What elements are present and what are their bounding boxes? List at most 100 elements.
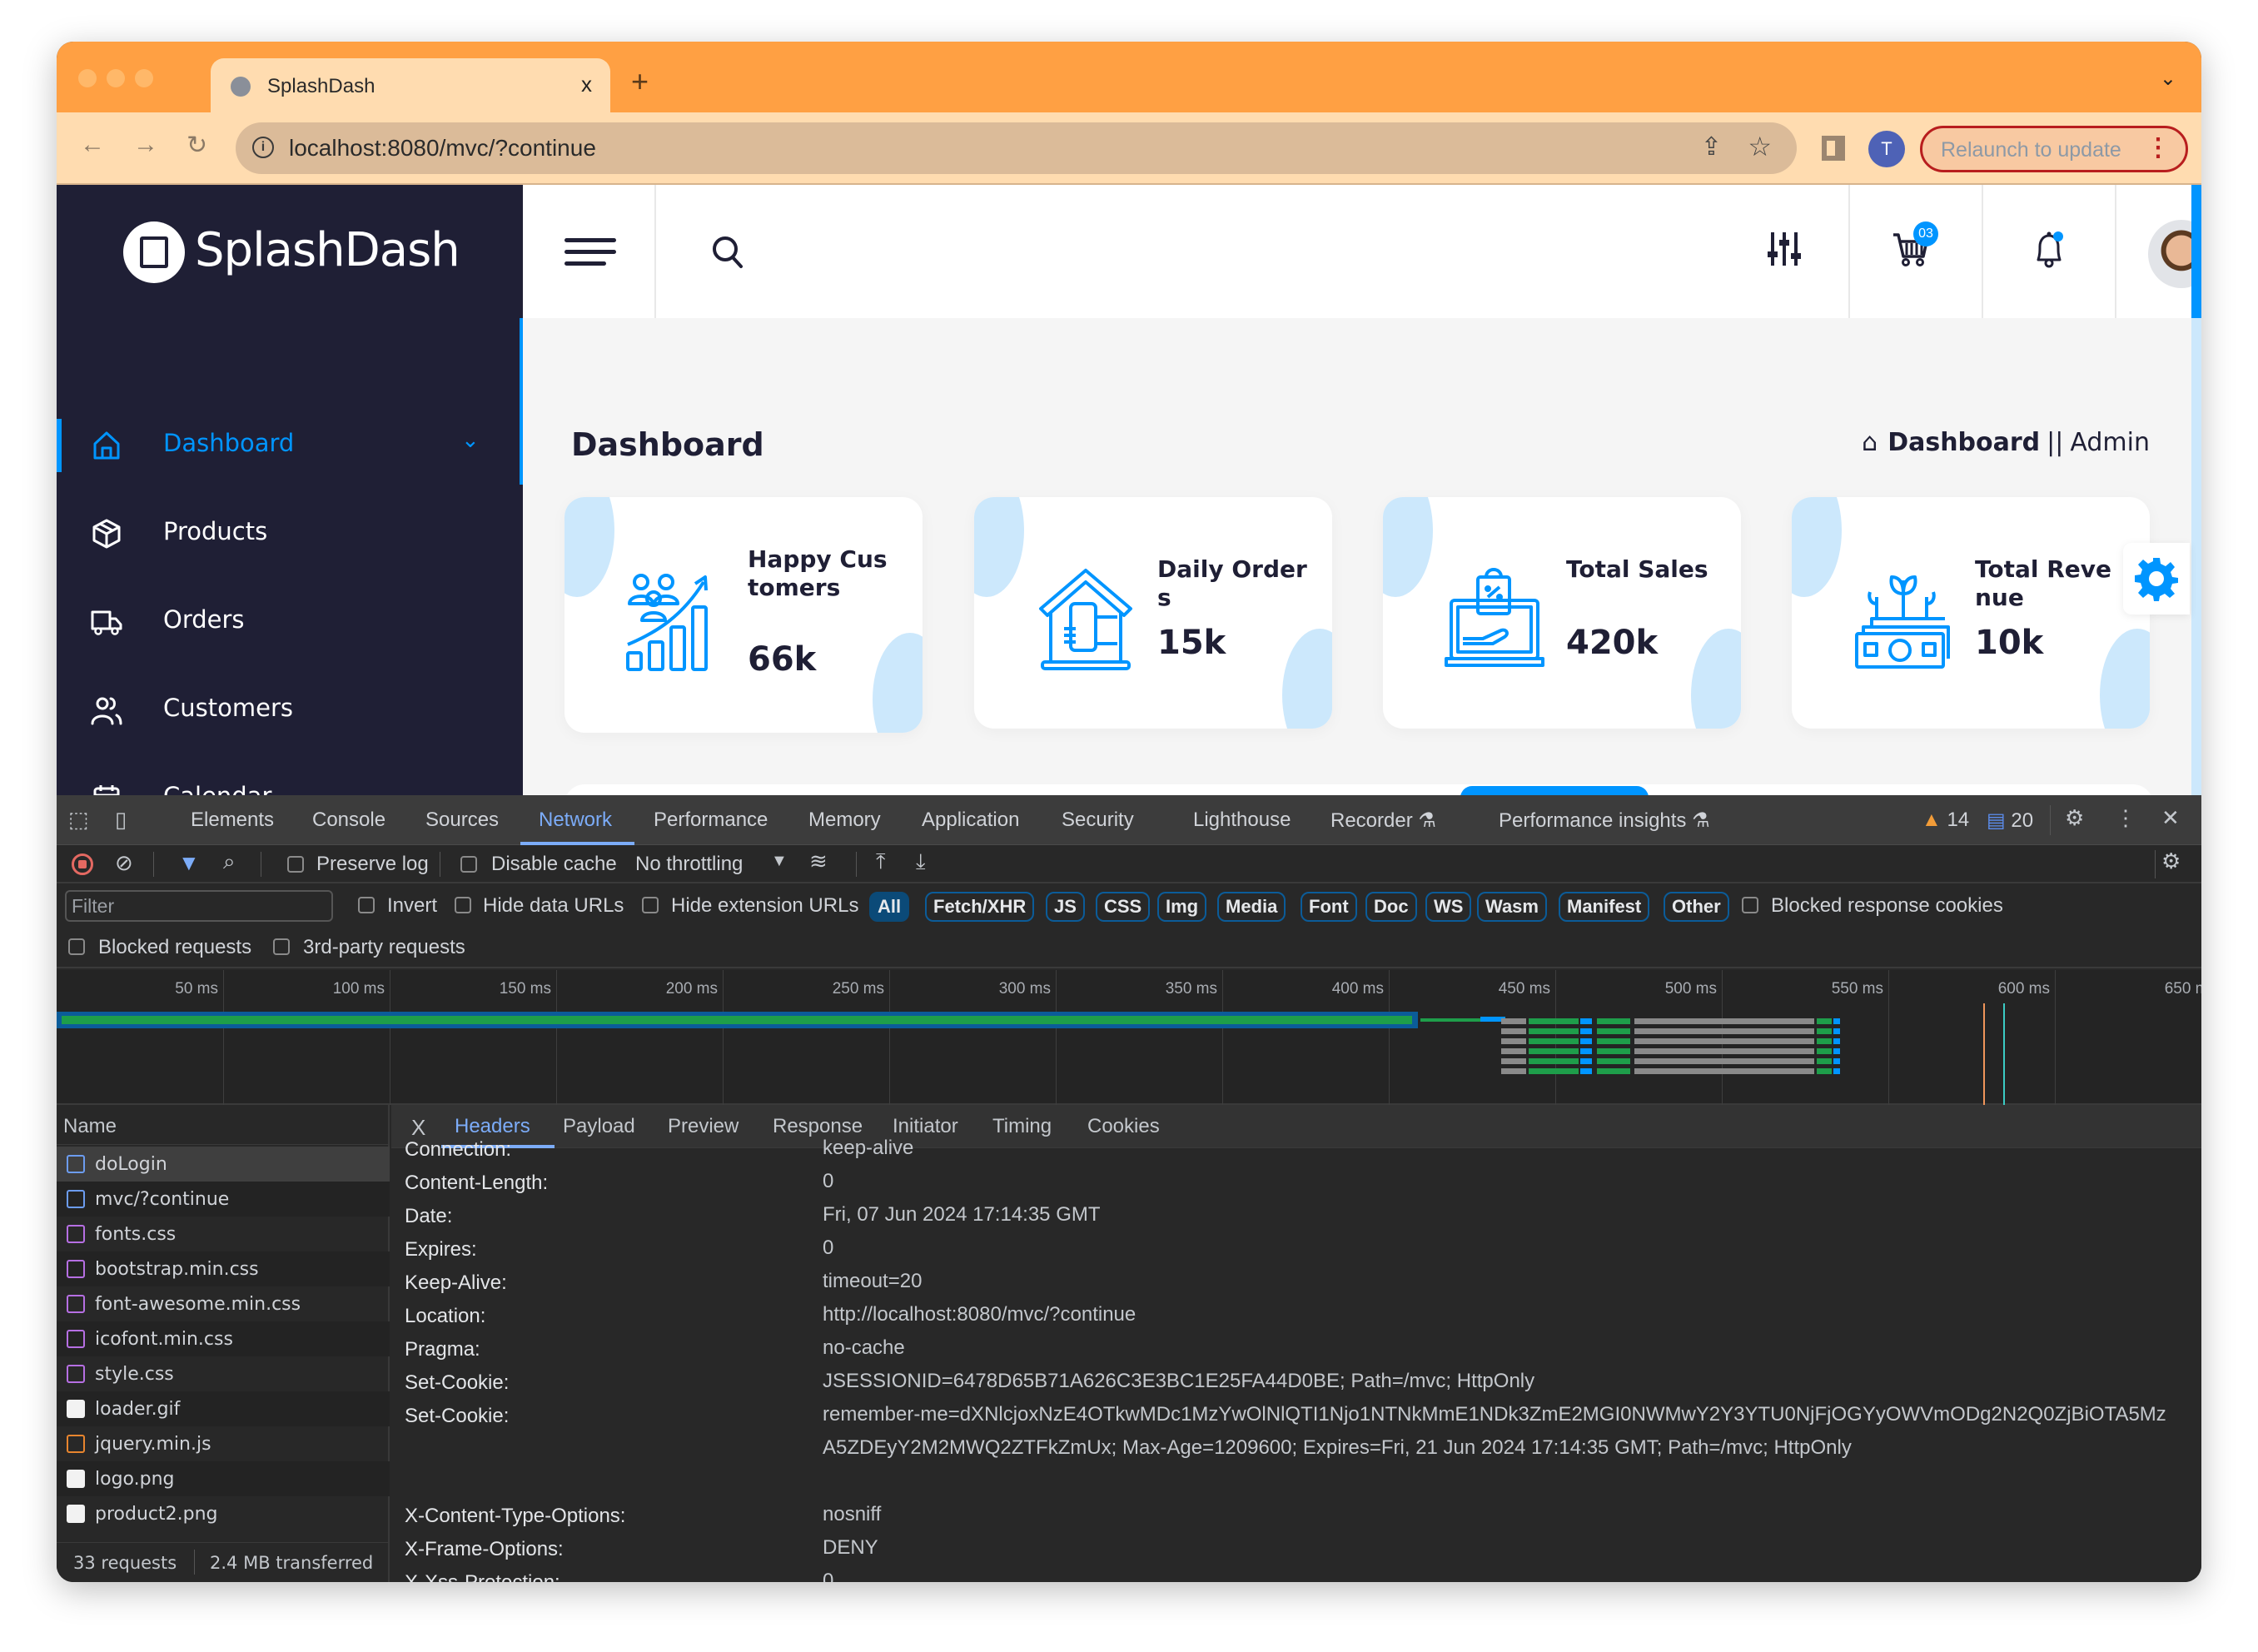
header-value[interactable]: JSESSIONID=6478D65B71A626C3E3BC1E25FA44D… (823, 1365, 2171, 1398)
import-har-icon[interactable]: ⤒ (876, 848, 886, 875)
type-filter-manifest[interactable]: Manifest (1559, 892, 1650, 922)
panel-action-button[interactable] (1460, 786, 1649, 795)
throttling-select[interactable]: No throttling (635, 853, 743, 876)
theme-settings-button[interactable] (2123, 543, 2190, 615)
dropdown-arrow-icon[interactable]: ▼ (771, 852, 788, 871)
sidebar-item-dashboard[interactable]: Dashboard ⌄ (57, 412, 523, 487)
home-icon[interactable]: ⌂ (1862, 428, 1878, 457)
request-row[interactable]: fonts.css (57, 1217, 390, 1251)
header-value[interactable]: no-cache (823, 1331, 2171, 1365)
close-tab-icon[interactable]: x (581, 72, 592, 97)
type-filter-all[interactable]: All (869, 892, 910, 922)
tab-sources[interactable]: Sources (425, 809, 499, 832)
sidebar-item-customers[interactable]: Customers (57, 677, 523, 752)
sliders-icon[interactable] (1763, 228, 1805, 270)
header-value[interactable]: remember-me=dXNlcjoxNzE4OTkwMDc1MzYwOlNl… (823, 1398, 2171, 1465)
type-filter-ws[interactable]: WS (1425, 892, 1472, 922)
header-value[interactable]: nosniff (823, 1498, 2171, 1531)
page-scrollbar[interactable] (2191, 185, 2201, 318)
disable-cache-checkbox[interactable] (460, 856, 477, 873)
tab-search-chevron-icon[interactable]: ⌄ (2160, 67, 2176, 91)
back-button[interactable]: ← (80, 131, 105, 159)
header-value[interactable]: 0 (823, 1165, 2171, 1198)
request-row[interactable]: icofont.min.css (57, 1321, 390, 1356)
tab-console[interactable]: Console (312, 809, 385, 832)
network-conditions-icon[interactable]: ≋ (809, 848, 828, 874)
side-panel-icon[interactable] (1822, 136, 1845, 161)
header-value[interactable]: keep-alive (823, 1132, 2171, 1165)
warnings-counter[interactable]: ▲ 14 (1922, 809, 1969, 832)
network-settings-gear-icon[interactable]: ⚙ (2161, 848, 2181, 874)
blocked-response-cookies-checkbox[interactable] (1742, 897, 1758, 913)
bell-icon[interactable] (2028, 228, 2070, 270)
profile-avatar[interactable]: T (1868, 131, 1905, 167)
request-row[interactable]: style.css (57, 1356, 390, 1391)
filter-input[interactable]: Filter (65, 890, 333, 922)
chevron-down-icon[interactable]: ⌄ (461, 427, 480, 453)
invert-checkbox[interactable] (358, 897, 375, 913)
record-stop-button[interactable] (72, 853, 93, 875)
close-devtools-icon[interactable]: ✕ (2161, 805, 2180, 831)
sidebar-scrollbar[interactable] (520, 318, 523, 485)
hide-data-urls-checkbox[interactable] (455, 897, 471, 913)
device-toolbar-icon[interactable]: ▯ (115, 807, 127, 833)
inspect-element-icon[interactable]: ⬚ (68, 807, 89, 833)
tab-application[interactable]: Application (922, 809, 1019, 832)
header-value[interactable]: 0 (823, 1565, 2171, 1582)
filter-funnel-icon[interactable]: ▼ (178, 850, 200, 876)
type-filter-media[interactable]: Media (1217, 892, 1286, 922)
name-column-header[interactable]: Name (57, 1105, 388, 1145)
forward-button[interactable]: → (133, 131, 158, 159)
type-filter-img[interactable]: Img (1157, 892, 1207, 922)
url-text[interactable]: localhost:8080/mvc/?continue (289, 135, 596, 162)
tab-security[interactable]: Security (1062, 809, 1134, 832)
request-row[interactable]: mvc/?continue (57, 1182, 390, 1217)
tab-performance[interactable]: Performance (654, 809, 768, 832)
request-row[interactable]: jquery.min.js (57, 1426, 390, 1461)
tab-lighthouse[interactable]: Lighthouse (1193, 809, 1291, 832)
request-row[interactable]: loader.gif (57, 1391, 390, 1426)
type-filter-other[interactable]: Other (1664, 892, 1729, 922)
type-filter-js[interactable]: JS (1046, 892, 1085, 922)
new-tab-button[interactable]: + (631, 67, 649, 97)
type-filter-doc[interactable]: Doc (1365, 892, 1417, 922)
header-value[interactable]: timeout=20 (823, 1265, 2171, 1298)
app-logo[interactable]: SplashDash (195, 223, 460, 277)
minimize-window-button[interactable] (107, 69, 125, 87)
tab-network[interactable]: Network (539, 809, 612, 832)
header-value[interactable]: 0 (823, 1232, 2171, 1265)
search-icon[interactable] (709, 233, 746, 270)
request-row[interactable]: font-awesome.min.css (57, 1286, 390, 1321)
blocked-requests-checkbox[interactable] (68, 938, 85, 955)
tab-performance-insights[interactable]: Performance insights ⚗ (1499, 809, 1710, 833)
type-filter-css[interactable]: CSS (1096, 892, 1151, 922)
menu-toggle-button[interactable] (564, 238, 616, 266)
preserve-log-checkbox[interactable] (287, 856, 304, 873)
request-row[interactable]: doLogin (57, 1147, 390, 1182)
browser-tab[interactable]: SplashDash x (211, 58, 610, 113)
tab-elements[interactable]: Elements (191, 809, 274, 832)
reload-button[interactable]: ↻ (187, 131, 207, 160)
type-filter-font[interactable]: Font (1301, 892, 1357, 922)
type-filter-fetch-xhr[interactable]: Fetch/XHR (925, 892, 1035, 922)
request-row[interactable]: logo.png (57, 1461, 390, 1496)
sidebar-item-calendar[interactable]: Calendar (57, 765, 523, 795)
search-icon[interactable]: ⌕ (223, 848, 236, 875)
tab-recorder[interactable]: Recorder ⚗ (1330, 809, 1436, 833)
relaunch-to-update-button[interactable]: Relaunch to update ⋮ (1920, 126, 2188, 172)
tab-memory[interactable]: Memory (808, 809, 881, 832)
close-window-button[interactable] (78, 69, 97, 87)
header-value[interactable]: Fri, 07 Jun 2024 17:14:35 GMT (823, 1198, 2171, 1232)
messages-counter[interactable]: ▤ 20 (1987, 809, 2033, 833)
share-icon[interactable]: ⇪ (1701, 132, 1722, 162)
request-row[interactable]: product2.png (57, 1496, 390, 1531)
bookmark-star-icon[interactable]: ☆ (1748, 131, 1772, 162)
third-party-requests-checkbox[interactable] (273, 938, 290, 955)
request-row[interactable]: bootstrap.min.css (57, 1251, 390, 1286)
breadcrumb-current[interactable]: Dashboard (1887, 428, 2040, 457)
network-overview-timeline[interactable]: 50 ms 100 ms 150 ms 200 ms 250 ms 300 ms 350 m… (57, 970, 2201, 1105)
more-options-icon[interactable]: ⋮ (2115, 805, 2136, 831)
clear-icon[interactable]: ⊘ (115, 850, 133, 876)
maximize-window-button[interactable] (135, 69, 153, 87)
sidebar-item-products[interactable]: Products (57, 500, 523, 575)
